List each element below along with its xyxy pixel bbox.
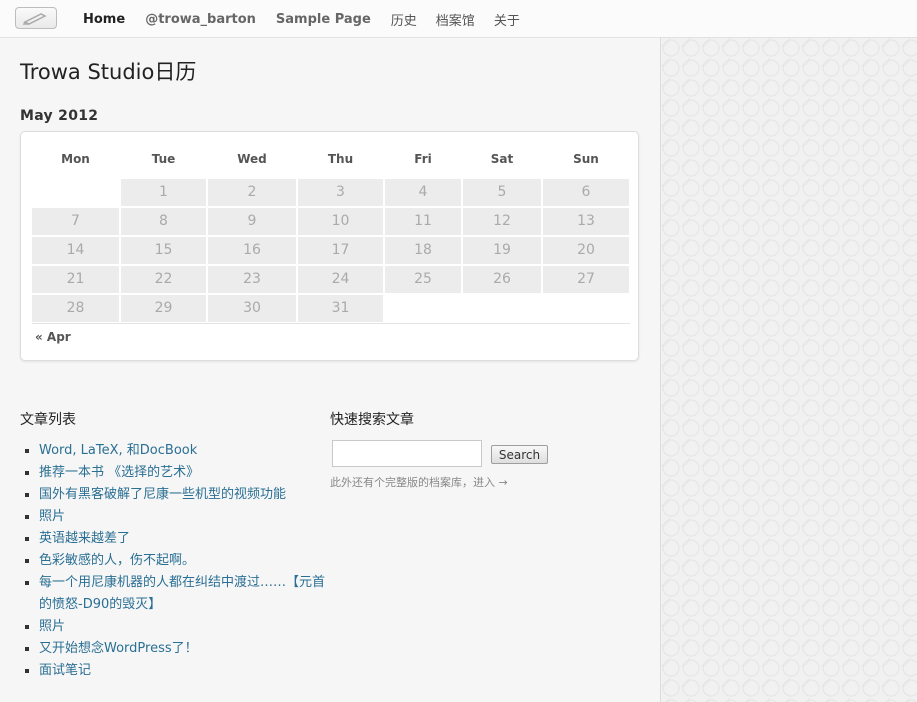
calendar-day-cell: 19 [463, 237, 541, 264]
calendar-box: Mon Tue Wed Thu Fri Sat Sun 1 2 3 4 5 6 7 8 9 10 11 12 13 1… [20, 131, 639, 361]
nav-home[interactable]: Home [83, 12, 125, 27]
weekday-label: Mon [61, 152, 90, 166]
calendar-day-cell: 17 [298, 237, 383, 264]
calendar-day-cell: 12 [463, 208, 541, 235]
calendar-weekday-header: Mon Tue Wed Thu Fri Sat Sun [33, 152, 629, 168]
calendar-day-cell: 9 [208, 208, 296, 235]
posts-list: Word, LaTeX, 和DocBook 推荐一本书 《选择的艺术》国外有黑客破… [20, 440, 330, 682]
decorative-sidebar-pattern [660, 38, 917, 702]
calendar-day-cell: 26 [463, 266, 541, 293]
calendar-divider [32, 323, 630, 324]
post-link[interactable]: Word, LaTeX, 和DocBook [39, 443, 197, 458]
calendar-day-cell: 4 [385, 179, 461, 206]
post-list-item: 又开始想念WordPress了！ [20, 638, 330, 660]
archive-note: 此外还有个完整版的档案库，进入 → [330, 474, 508, 490]
post-list-item: 每一个用尼康机器的人都在纠结中渡过……【元首的愤怒-D90的毁灭】 [20, 572, 330, 616]
page-title: Trowa Studio日历 [20, 60, 197, 84]
calendar-prev-month-link[interactable]: « Apr [35, 330, 71, 344]
calendar-day-cell: 24 [298, 266, 383, 293]
post-link[interactable]: 国外有黑客破解了尼康一些机型的视频功能 [39, 487, 286, 502]
post-list-item: 照片 [20, 616, 330, 638]
calendar-day-cell: 22 [121, 266, 206, 293]
posts-section-title: 文章列表 [20, 412, 76, 428]
weekday-label: Sat [490, 152, 514, 166]
calendar-day-cell: 3 [298, 179, 383, 206]
calendar-day-cell: 31 [298, 295, 383, 322]
post-list-item: 面试笔记 [20, 660, 330, 682]
calendar-day-cell: 14 [32, 237, 119, 264]
weekday-label: Sun [573, 152, 599, 166]
nav-sample-page[interactable]: Sample Page [276, 12, 371, 27]
calendar-day-cell: 23 [208, 266, 296, 293]
calendar-day-cell: 20 [543, 237, 629, 264]
calendar-day-cell: 11 [385, 208, 461, 235]
nav-about[interactable]: 关于 [494, 10, 520, 29]
weekday-label: Wed [237, 152, 267, 166]
calendar-day-cell: 1 [121, 179, 206, 206]
calendar-day-cell: 16 [208, 237, 296, 264]
calendar-day-cell: 15 [121, 237, 206, 264]
calendar-day-cell: 30 [208, 295, 296, 322]
top-navbar: Home @trowa_barton Sample Page 历史 档案馆 关于 [0, 0, 917, 38]
nav-twitter[interactable]: @trowa_barton [145, 12, 256, 27]
archive-note-text: 此外还有个完整版的档案库，进入 [330, 476, 495, 489]
calendar-day-cell: 29 [121, 295, 206, 322]
calendar-day-cell: 5 [463, 179, 541, 206]
archive-arrow-link[interactable]: → [499, 476, 508, 489]
calendar-day-cell: 18 [385, 237, 461, 264]
post-link[interactable]: 每一个用尼康机器的人都在纠结中渡过……【元首的愤怒-D90的毁灭】 [39, 575, 325, 612]
weekday-label: Fri [414, 152, 432, 166]
calendar-day-cell: 8 [121, 208, 206, 235]
post-link[interactable]: 色彩敏感的人，伤不起啊。 [39, 553, 195, 568]
weekday-label: Tue [151, 152, 176, 166]
nav-archive[interactable]: 档案馆 [436, 10, 475, 29]
calendar-day-cell: 10 [298, 208, 383, 235]
calendar-day-cell: 13 [543, 208, 629, 235]
post-list-item: 照片 [20, 506, 330, 528]
site-logo[interactable] [15, 7, 57, 29]
post-link[interactable]: 照片 [39, 509, 65, 524]
main-nav: Home @trowa_barton Sample Page 历史 档案馆 关于 [83, 0, 539, 38]
post-list-item: Word, LaTeX, 和DocBook [20, 440, 330, 462]
calendar-month-title: May 2012 [20, 108, 99, 124]
post-list-item: 国外有黑客破解了尼康一些机型的视频功能 [20, 484, 330, 506]
calendar-day-cell: 2 [208, 179, 296, 206]
pencil-logo-icon [22, 13, 47, 25]
post-link[interactable]: 推荐一本书 《选择的艺术》 [39, 465, 199, 480]
calendar-day-cell: 6 [543, 179, 629, 206]
post-list-item: 英语越来越差了 [20, 528, 330, 550]
post-list-item: 色彩敏感的人，伤不起啊。 [20, 550, 330, 572]
post-link[interactable]: 英语越来越差了 [39, 531, 130, 546]
post-link[interactable]: 面试笔记 [39, 663, 91, 678]
calendar-day-cell: 25 [385, 266, 461, 293]
calendar-day-cell: 7 [32, 208, 119, 235]
post-link[interactable]: 照片 [39, 619, 65, 634]
search-button[interactable]: Search [491, 445, 548, 464]
calendar-day-cell: 27 [543, 266, 629, 293]
calendar-day-cell: 21 [32, 266, 119, 293]
nav-history[interactable]: 历史 [391, 10, 417, 29]
weekday-label: Thu [327, 152, 354, 166]
post-link[interactable]: 又开始想念WordPress了！ [39, 641, 198, 656]
search-section-title: 快速搜索文章 [330, 412, 414, 428]
search-input[interactable] [332, 440, 482, 467]
post-list-item: 推荐一本书 《选择的艺术》 [20, 462, 330, 484]
calendar-day-cell: 28 [32, 295, 119, 322]
